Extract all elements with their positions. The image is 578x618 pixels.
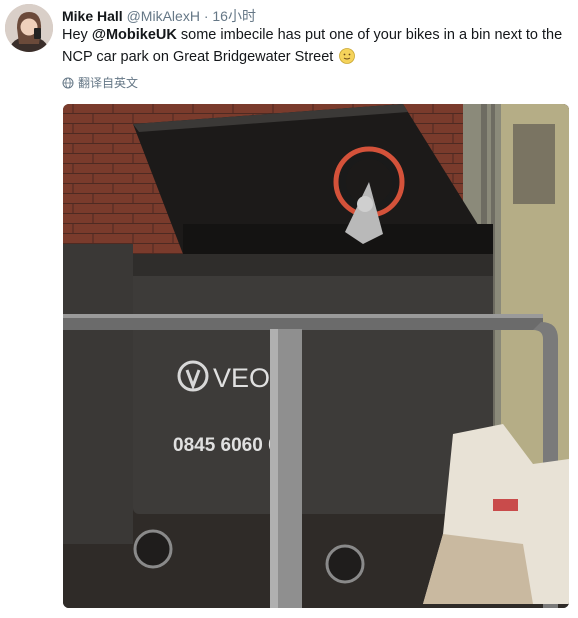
bin-body: [133, 254, 493, 514]
translate-link[interactable]: 翻译自英文: [62, 74, 138, 91]
slightly-smiling-face-icon: [339, 48, 356, 64]
globe-icon: [62, 77, 74, 88]
tweet-text-prefix: Hey: [62, 27, 92, 43]
separator: ·: [203, 8, 209, 24]
bin-wheel-right: [325, 544, 365, 584]
bin-wheel-left: [133, 529, 173, 569]
bin-phone-text: 0845 6060 0: [173, 435, 279, 456]
photo-bin-with-bike: VEO 0845 6060 0: [63, 104, 569, 608]
mention-link[interactable]: @MobikeUK: [92, 27, 177, 43]
avatar-photo: [5, 4, 53, 52]
tweet-photo[interactable]: VEO 0845 6060 0: [63, 104, 569, 608]
tweet-text: Hey @MobikeUK some imbecile has put one …: [62, 24, 567, 68]
author-handle[interactable]: @MikAlexH: [127, 8, 200, 24]
bin-brand-text: VEO: [213, 363, 270, 393]
tweet-header: Mike Hall @MikAlexH · 16小时: [62, 6, 256, 26]
avatar[interactable]: [5, 4, 53, 52]
author-name[interactable]: Mike Hall: [62, 8, 123, 24]
timestamp[interactable]: 16小时: [212, 8, 256, 24]
left-bin: [63, 244, 133, 544]
translate-label[interactable]: 翻译自英文: [78, 74, 138, 91]
